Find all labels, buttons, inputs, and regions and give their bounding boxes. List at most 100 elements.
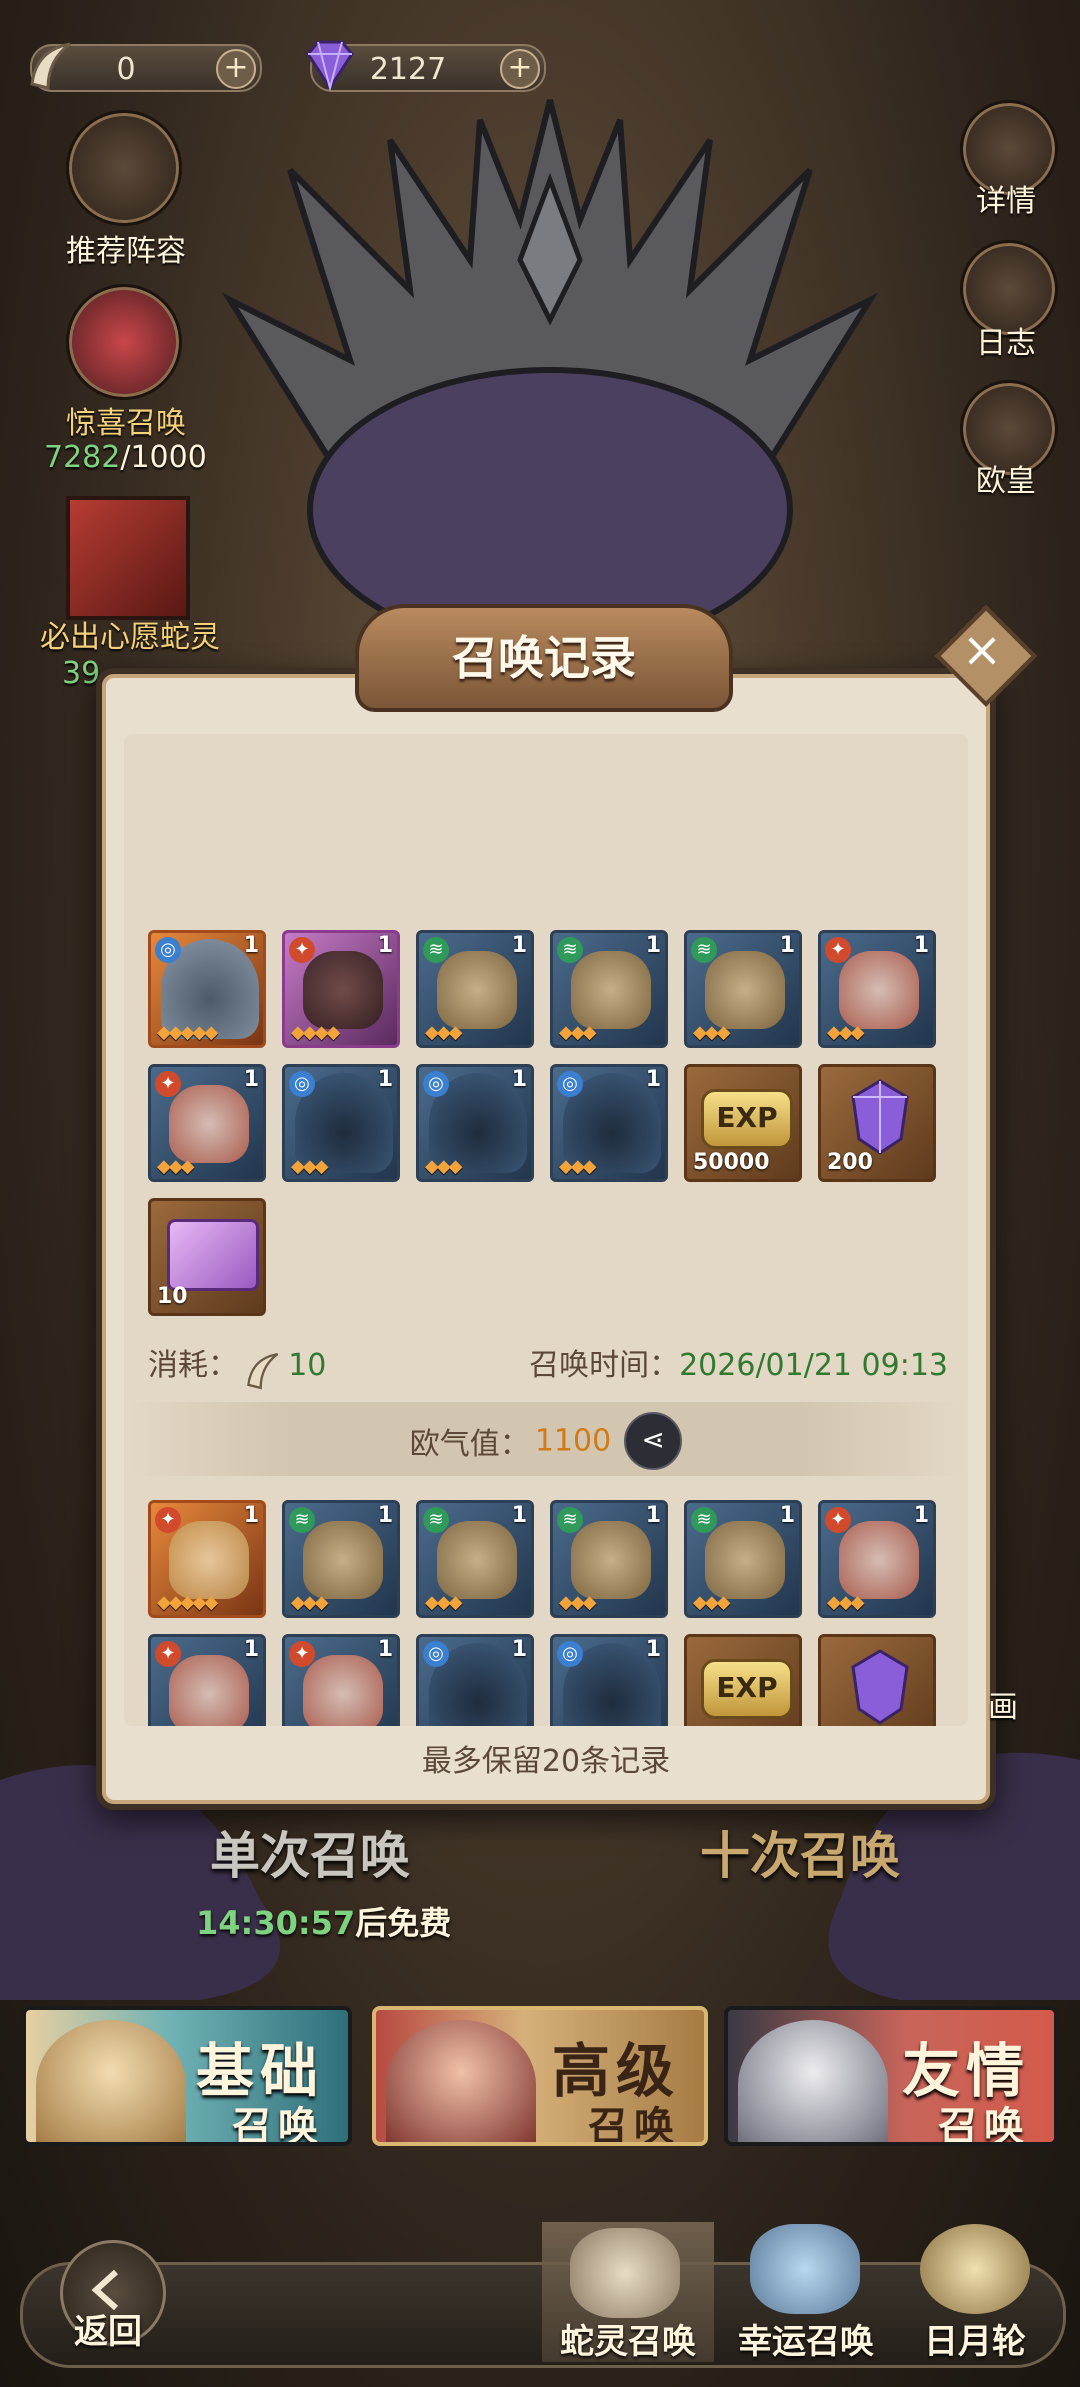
summon-time-label: 召唤时间： bbox=[529, 1348, 680, 1383]
emperor-label[interactable]: 欧皇 bbox=[960, 456, 1052, 500]
tab-basic-summon[interactable]: 基础 召唤 bbox=[22, 2006, 352, 2146]
fire-element-icon: ✦ bbox=[825, 937, 851, 963]
nav-sun-moon-wheel[interactable]: 日月轮 bbox=[900, 2314, 1050, 2363]
hero-card[interactable]: ≋ 1 ◆◆◆ bbox=[684, 1500, 802, 1618]
hero-card[interactable]: ✦ 1 ◆◆◆◆◆ bbox=[148, 1500, 266, 1618]
card-count: 1 bbox=[645, 1637, 661, 1662]
add-gem-button[interactable]: + bbox=[500, 49, 540, 89]
hero-card[interactable]: ≋ 1 ◆◆◆ bbox=[550, 1500, 668, 1618]
friend-summon-portrait bbox=[738, 2020, 888, 2142]
details-label[interactable]: 详情 bbox=[960, 176, 1052, 220]
hero-card[interactable]: ≋ 1 ◆◆◆ bbox=[684, 930, 802, 1048]
item-quantity: 10 bbox=[157, 1284, 188, 1309]
hero-card[interactable]: ✦ 1 ◆◆◆ bbox=[148, 1064, 266, 1182]
water-element-icon: ◎ bbox=[423, 1641, 449, 1667]
surprise-summon-icon[interactable] bbox=[66, 284, 182, 400]
hero-card[interactable]: ◎ 1 bbox=[550, 1634, 668, 1726]
star-rating: ◆◆◆ bbox=[291, 1156, 329, 1177]
surprise-summon-label[interactable]: 惊喜召唤 bbox=[46, 398, 206, 442]
hero-card[interactable]: ≋ 1 ◆◆◆ bbox=[416, 1500, 534, 1618]
crystal-item-card[interactable]: 200 bbox=[818, 1064, 936, 1182]
wind-element-icon: ≋ bbox=[691, 1507, 717, 1533]
basic-summon-portrait bbox=[36, 2020, 186, 2142]
water-element-icon: ◎ bbox=[557, 1071, 583, 1097]
hero-card[interactable]: ≋ 1 ◆◆◆ bbox=[416, 930, 534, 1048]
item-quantity: 50000 bbox=[693, 1150, 770, 1175]
tab-friend-summon[interactable]: 友情 召唤 bbox=[724, 2006, 1058, 2146]
luck-value: 1100 bbox=[534, 1423, 612, 1459]
card-count: 1 bbox=[243, 933, 259, 958]
claw-currency: 0 + bbox=[30, 42, 262, 92]
summon-time-info: 召唤时间：2026/01/21 09:13 bbox=[529, 1340, 948, 1384]
fire-element-icon: ✦ bbox=[155, 1071, 181, 1097]
ten-summon-button[interactable]: 十次召唤 bbox=[600, 1816, 1000, 1888]
advanced-summon-portrait bbox=[386, 2020, 536, 2142]
card-count: 1 bbox=[913, 1503, 929, 1528]
free-timer-value: 14:30:57 bbox=[196, 1904, 356, 1942]
star-rating: ◆◆◆ bbox=[693, 1592, 731, 1613]
hero-card[interactable]: ◎ 1 ◆◆◆ bbox=[550, 1064, 668, 1182]
hero-card[interactable]: ✦ 1 bbox=[282, 1634, 400, 1726]
card-count: 1 bbox=[377, 933, 393, 958]
exp-item-card[interactable]: EXP bbox=[684, 1634, 802, 1726]
star-rating: ◆◆◆◆◆ bbox=[157, 1592, 218, 1613]
recommend-lineup-label[interactable]: 推荐阵容 bbox=[46, 226, 206, 270]
summon-card-item[interactable]: 10 bbox=[148, 1198, 266, 1316]
star-rating: ◆◆◆◆ bbox=[291, 1022, 340, 1043]
fire-element-icon: ✦ bbox=[825, 1507, 851, 1533]
card-count: 1 bbox=[511, 1637, 527, 1662]
item-quantity: 200 bbox=[827, 1150, 873, 1175]
fire-element-icon: ✦ bbox=[155, 1641, 181, 1667]
star-rating: ◆◆◆ bbox=[693, 1022, 731, 1043]
wish-progress: 39 bbox=[62, 656, 101, 691]
card-count: 1 bbox=[377, 1503, 393, 1528]
luck-label: 欧气值： bbox=[409, 1427, 530, 1462]
close-icon[interactable]: × bbox=[950, 620, 1014, 684]
single-summon-button[interactable]: 单次召唤 bbox=[110, 1816, 510, 1888]
wish-spirit-label[interactable]: 必出心愿蛇灵 bbox=[30, 612, 230, 656]
sun-moon-icon[interactable] bbox=[920, 2224, 1030, 2314]
surprise-summon-progress: 7282/1000 bbox=[44, 440, 207, 475]
water-element-icon: ◎ bbox=[557, 1641, 583, 1667]
record-limit-note: 最多保留20条记录 bbox=[421, 1744, 671, 1779]
back-label[interactable]: 返回 bbox=[58, 2304, 158, 2353]
card-count: 1 bbox=[511, 933, 527, 958]
add-claw-button[interactable]: + bbox=[216, 49, 256, 89]
hero-card[interactable]: ◎ 1 ◆◆◆ bbox=[282, 1064, 400, 1182]
log-label[interactable]: 日志 bbox=[960, 318, 1052, 362]
hero-card[interactable]: ≋ 1 ◆◆◆ bbox=[550, 930, 668, 1048]
hero-card[interactable]: ≋ 1 ◆◆◆ bbox=[282, 1500, 400, 1618]
star-rating: ◆◆◆ bbox=[291, 1592, 329, 1613]
snake-summon-icon[interactable] bbox=[570, 2228, 680, 2318]
hero-card[interactable]: ◎ 1 ◆◆◆ bbox=[416, 1064, 534, 1182]
hero-card[interactable]: ◎ 1 ◆◆◆◆◆ bbox=[148, 930, 266, 1048]
crown-decoration bbox=[221, 99, 879, 653]
share-button[interactable]: ⋖ bbox=[624, 1412, 683, 1470]
card-count: 1 bbox=[243, 1637, 259, 1662]
fire-element-icon: ✦ bbox=[155, 1507, 181, 1533]
hero-card[interactable]: ✦ 1 ◆◆◆◆ bbox=[282, 930, 400, 1048]
exp-item-card[interactable]: EXP 50000 bbox=[684, 1064, 802, 1182]
basic-summon-sub: 召唤 bbox=[232, 2104, 324, 2146]
advanced-summon-sub: 召唤 bbox=[588, 2104, 680, 2146]
hero-card[interactable]: ◎ 1 bbox=[416, 1634, 534, 1726]
hero-card[interactable]: ✦ 1 ◆◆◆ bbox=[818, 1500, 936, 1618]
luck-value-bar: 欧气值： 1100 ⋖ bbox=[124, 1402, 968, 1476]
nav-snake-summon[interactable]: 蛇灵召唤 bbox=[542, 2314, 714, 2363]
crystal-icon bbox=[851, 1649, 909, 1725]
surprise-progress-total: /1000 bbox=[120, 440, 207, 475]
water-element-icon: ◎ bbox=[423, 1071, 449, 1097]
lucky-summon-icon[interactable] bbox=[750, 2224, 860, 2314]
nav-lucky-summon[interactable]: 幸运召唤 bbox=[718, 2314, 894, 2363]
record-list[interactable]: ◎ 1 ◆◆◆◆◆ ✦ 1 ◆◆◆◆ ≋ 1 ◆◆◆ ≋ 1 ◆◆◆ ≋ 1 ◆◆◆ ✦ 1 ◆◆◆ ✦… bbox=[124, 734, 968, 1726]
star-rating: ◆◆◆◆◆ bbox=[157, 1022, 218, 1043]
hero-card[interactable]: ✦ 1 bbox=[148, 1634, 266, 1726]
claw-icon bbox=[30, 42, 71, 90]
tab-advanced-summon[interactable]: 高级 召唤 bbox=[372, 2006, 708, 2146]
crystal-item-card[interactable] bbox=[818, 1634, 936, 1726]
recommend-lineup-icon[interactable] bbox=[66, 110, 182, 226]
wish-spirit-icon[interactable] bbox=[66, 496, 190, 620]
free-timer: 14:30:57后免费 bbox=[196, 1898, 451, 1944]
hero-card[interactable]: ✦ 1 ◆◆◆ bbox=[818, 930, 936, 1048]
star-rating: ◆◆◆ bbox=[425, 1592, 463, 1613]
